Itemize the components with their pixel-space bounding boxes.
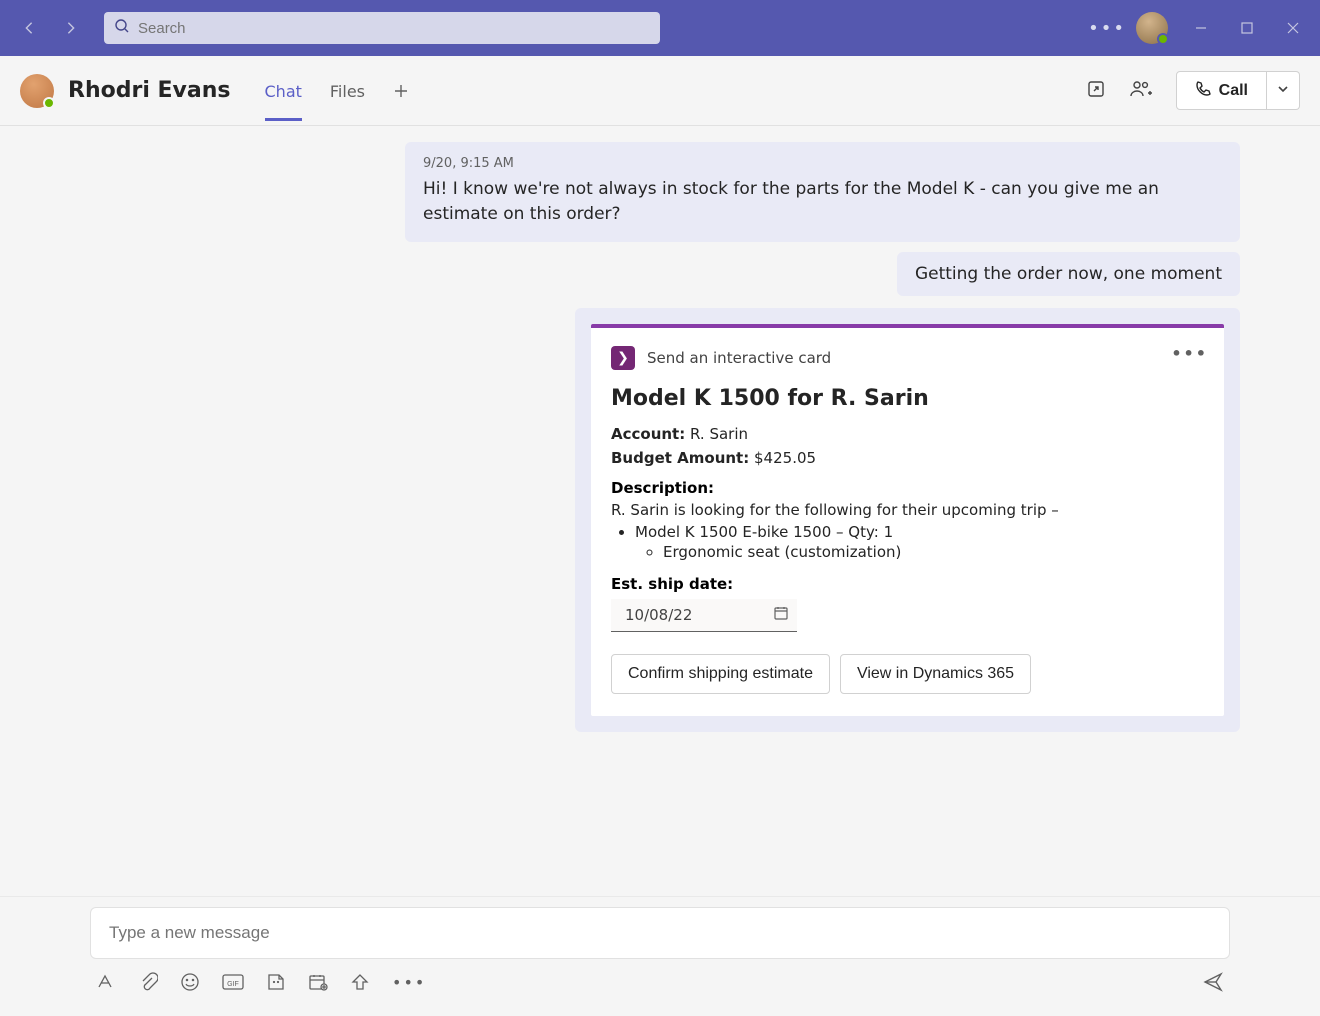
tab-files[interactable]: Files xyxy=(330,60,365,121)
stream-icon[interactable] xyxy=(350,972,370,992)
description-label: Description: xyxy=(611,479,1204,497)
nav-back-button[interactable] xyxy=(20,19,38,37)
compose-input[interactable] xyxy=(109,923,1211,943)
outgoing-message: Getting the order now, one moment xyxy=(90,252,1240,308)
phone-icon xyxy=(1195,80,1211,101)
card-source-label: Send an interactive card xyxy=(647,349,831,367)
send-button[interactable] xyxy=(1202,971,1224,993)
add-people-icon[interactable] xyxy=(1130,79,1152,103)
compose-box[interactable] xyxy=(90,907,1230,959)
compose-toolbar: GIF ••• xyxy=(90,959,1230,993)
message-text: Hi! I know we're not always in stock for… xyxy=(423,177,1222,226)
more-options-button[interactable]: ••• xyxy=(1098,19,1116,37)
contact-avatar[interactable] xyxy=(20,74,54,108)
window-maximize-button[interactable] xyxy=(1238,19,1256,37)
adaptive-card: ••• ❯ Send an interactive card Model K 1… xyxy=(591,324,1224,716)
message-text: Getting the order now, one moment xyxy=(897,252,1240,296)
chevron-down-icon xyxy=(1277,83,1289,98)
search-box[interactable] xyxy=(104,12,660,44)
message-timestamp: 9/20, 9:15 AM xyxy=(423,156,1222,171)
composer: GIF ••• xyxy=(0,896,1320,1016)
description-text: R. Sarin is looking for the following fo… xyxy=(611,501,1204,519)
presence-available-icon xyxy=(1157,33,1169,45)
view-in-dynamics-button[interactable]: View in Dynamics 365 xyxy=(840,654,1031,694)
budget-row: Budget Amount: $425.05 xyxy=(611,449,1204,467)
power-automate-icon: ❯ xyxy=(611,346,635,370)
pop-out-icon[interactable] xyxy=(1086,79,1106,103)
attach-icon[interactable] xyxy=(138,972,158,992)
sticker-icon[interactable] xyxy=(266,972,286,992)
gif-icon[interactable]: GIF xyxy=(222,972,244,992)
current-user-avatar[interactable] xyxy=(1136,12,1168,44)
call-options-button[interactable] xyxy=(1267,71,1300,110)
calendar-icon xyxy=(773,605,789,625)
incoming-message: 9/20, 9:15 AM Hi! I know we're not alway… xyxy=(405,142,1240,242)
format-icon[interactable] xyxy=(96,972,116,992)
card-title: Model K 1500 for R. Sarin xyxy=(611,386,1204,411)
line-items-list: Model K 1500 E-bike 1500 – Qty: 1 Ergono… xyxy=(611,523,1204,561)
call-button[interactable]: Call xyxy=(1176,71,1267,110)
ship-date-label: Est. ship date: xyxy=(611,575,1204,593)
add-tab-button[interactable] xyxy=(393,78,409,104)
chat-header: Rhodri Evans Chat Files Call xyxy=(0,56,1320,126)
ship-date-value: 10/08/22 xyxy=(625,606,692,624)
message-list: 9/20, 9:15 AM Hi! I know we're not alway… xyxy=(0,126,1320,896)
ship-date-input[interactable]: 10/08/22 xyxy=(611,599,797,632)
nav-forward-button[interactable] xyxy=(62,19,80,37)
line-item: Model K 1500 E-bike 1500 – Qty: 1 xyxy=(635,523,1204,541)
call-button-label: Call xyxy=(1219,82,1248,100)
adaptive-card-container: ••• ❯ Send an interactive card Model K 1… xyxy=(575,308,1240,732)
account-row: Account: R. Sarin xyxy=(611,425,1204,443)
confirm-shipping-button[interactable]: Confirm shipping estimate xyxy=(611,654,830,694)
presence-available-icon xyxy=(43,97,55,109)
card-more-button[interactable]: ••• xyxy=(1171,344,1208,363)
app-title-bar: ••• xyxy=(0,0,1320,56)
window-minimize-button[interactable] xyxy=(1192,19,1210,37)
search-input[interactable] xyxy=(138,20,650,37)
line-subitem: Ergonomic seat (customization) xyxy=(663,543,1204,561)
svg-text:GIF: GIF xyxy=(227,981,239,988)
emoji-icon[interactable] xyxy=(180,972,200,992)
more-compose-icon[interactable]: ••• xyxy=(392,973,426,992)
window-close-button[interactable] xyxy=(1284,19,1302,37)
search-icon xyxy=(114,18,130,38)
contact-name: Rhodri Evans xyxy=(68,78,231,103)
schedule-meeting-icon[interactable] xyxy=(308,972,328,992)
tab-chat[interactable]: Chat xyxy=(265,60,302,121)
